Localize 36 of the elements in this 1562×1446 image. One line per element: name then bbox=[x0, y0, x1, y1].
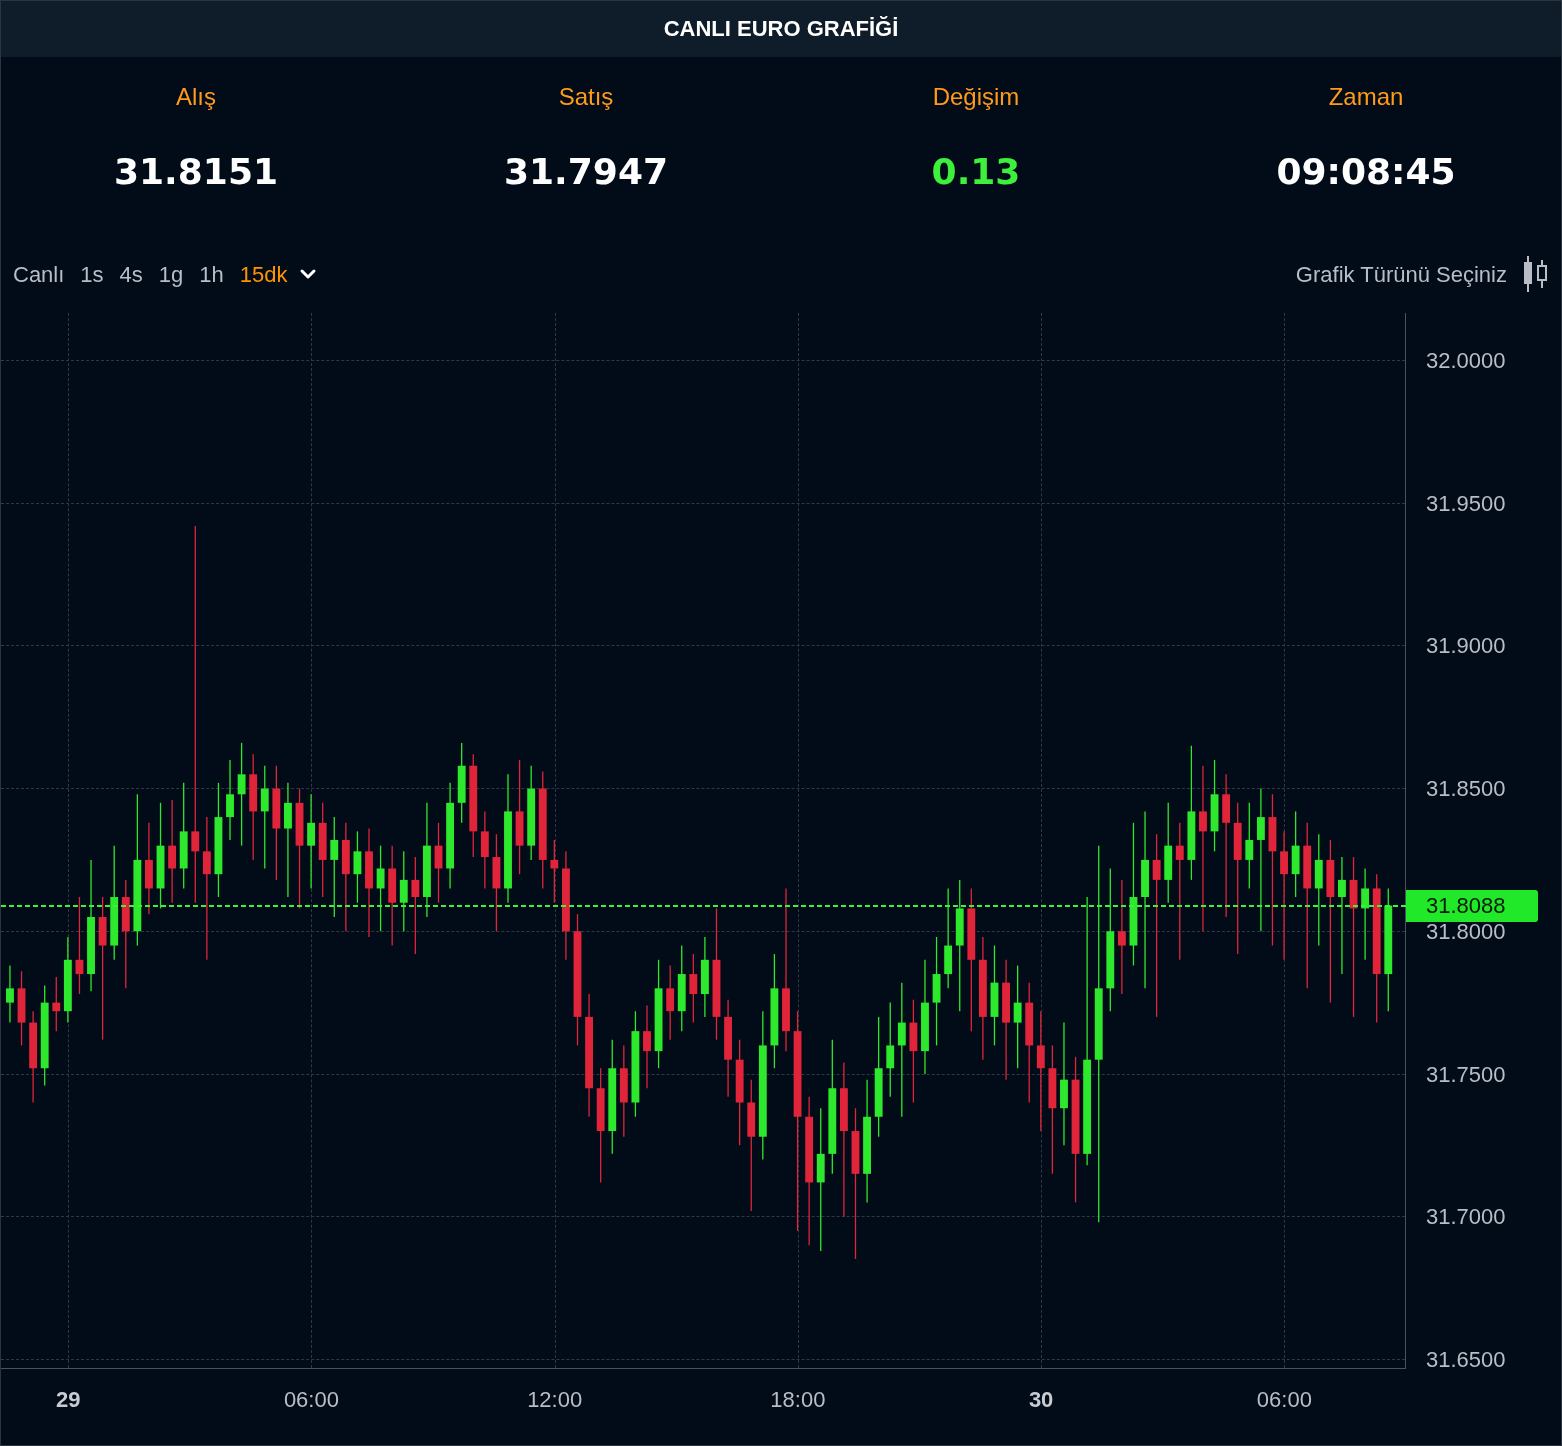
time-axis-label: 06:00 bbox=[283, 1386, 339, 1414]
price-axis-label: 31.6500 bbox=[1426, 1349, 1506, 1371]
price-axis-label: 31.9000 bbox=[1426, 635, 1506, 658]
title-bar: CANLI EURO GRAFİĞİ bbox=[1, 1, 1561, 57]
candlestick-icon[interactable] bbox=[1521, 255, 1549, 294]
chart-type-label[interactable]: Grafik Türünü Seçiniz bbox=[1295, 257, 1507, 291]
candlestick bbox=[550, 838, 559, 903]
interval-tab[interactable]: Canlı bbox=[13, 257, 65, 291]
time-axis-label: 06:00 bbox=[1256, 1386, 1312, 1414]
stat-value: 0.13 bbox=[931, 149, 1021, 194]
interval-tab[interactable]: 15dk bbox=[239, 257, 288, 291]
stat-value: 31.8151 bbox=[114, 149, 278, 194]
price-axis-label: 31.7000 bbox=[1426, 1206, 1506, 1229]
time-axis-label: 12:00 bbox=[527, 1386, 583, 1414]
price-axis-label: 31.7500 bbox=[1426, 1063, 1506, 1086]
price-axis-label: 32.0000 bbox=[1426, 350, 1506, 373]
stat-label: Zaman bbox=[1328, 81, 1404, 112]
stat-label: Alış bbox=[176, 81, 216, 112]
interval-tab[interactable]: 1g bbox=[158, 257, 184, 291]
stat-label: Değişim bbox=[932, 81, 1020, 112]
price-axis-label: 31.8500 bbox=[1426, 778, 1506, 801]
interval-tab[interactable]: 1h bbox=[199, 257, 224, 291]
price-axis-label: 31.9500 bbox=[1426, 492, 1506, 515]
stat-label: Satış bbox=[558, 81, 614, 112]
time-axis-label: 30 bbox=[1028, 1386, 1054, 1414]
interval-tab[interactable]: 1s bbox=[80, 257, 104, 291]
stat-value: 09:08:45 bbox=[1276, 149, 1456, 194]
current-price-badge: 31.8088 bbox=[1406, 889, 1538, 922]
candlestick bbox=[689, 953, 698, 1023]
price-axis-label: 31.8000 bbox=[1426, 920, 1506, 943]
candlestick bbox=[52, 975, 61, 1032]
time-axis-label: 18:00 bbox=[770, 1386, 826, 1414]
time-axis-label: 29 bbox=[55, 1386, 81, 1414]
candlestick bbox=[6, 964, 15, 1023]
stat-value: 31.7947 bbox=[504, 149, 668, 194]
interval-tab[interactable]: 4s bbox=[119, 257, 143, 291]
